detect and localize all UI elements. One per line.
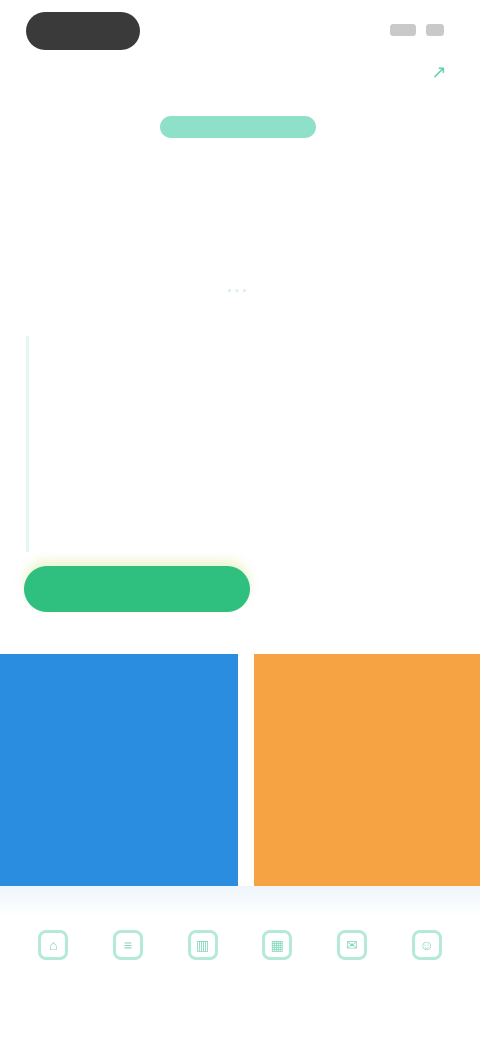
- user-icon: ☺: [411, 930, 442, 960]
- dot-divider: •••: [227, 286, 251, 297]
- share-icon[interactable]: ↗: [424, 62, 454, 88]
- tab-list[interactable]: ≡: [98, 930, 158, 980]
- feature-card-label: [16, 674, 222, 692]
- category-tag: [160, 116, 316, 138]
- tab-profile[interactable]: ☺: [397, 930, 457, 980]
- tab-messages[interactable]: ✉: [322, 930, 382, 980]
- message-icon: ✉: [336, 930, 367, 960]
- section-divider: [0, 886, 480, 916]
- bottom-tab-bar: ⌂ ≡ ▥ ▦ ✉ ☺: [0, 930, 480, 1010]
- status-icons: [390, 24, 444, 36]
- article-body: [26, 336, 446, 552]
- feature-card-orange[interactable]: [254, 654, 480, 886]
- feature-card-note: [16, 834, 222, 850]
- primary-button[interactable]: [24, 566, 250, 612]
- header: ↗: [0, 58, 480, 98]
- tab-home[interactable]: ⌂: [23, 930, 83, 980]
- feature-card-blue[interactable]: [0, 654, 238, 886]
- page-title: [140, 66, 340, 86]
- feature-card-note: [270, 834, 464, 850]
- home-icon: ⌂: [38, 930, 69, 960]
- battery-icon: [426, 24, 444, 36]
- feature-card-label: [270, 674, 464, 692]
- status-bar: [0, 0, 480, 60]
- feature-card-value: [270, 744, 464, 774]
- list-icon: ≡: [112, 930, 143, 960]
- chart-icon: ▥: [187, 930, 218, 960]
- signal-icon: [390, 24, 416, 36]
- tab-calendar[interactable]: ▦: [247, 930, 307, 980]
- tab-chart[interactable]: ▥: [173, 930, 233, 980]
- status-time-pill: [26, 12, 140, 50]
- calendar-icon: ▦: [262, 930, 293, 960]
- feature-card-value: [16, 744, 222, 774]
